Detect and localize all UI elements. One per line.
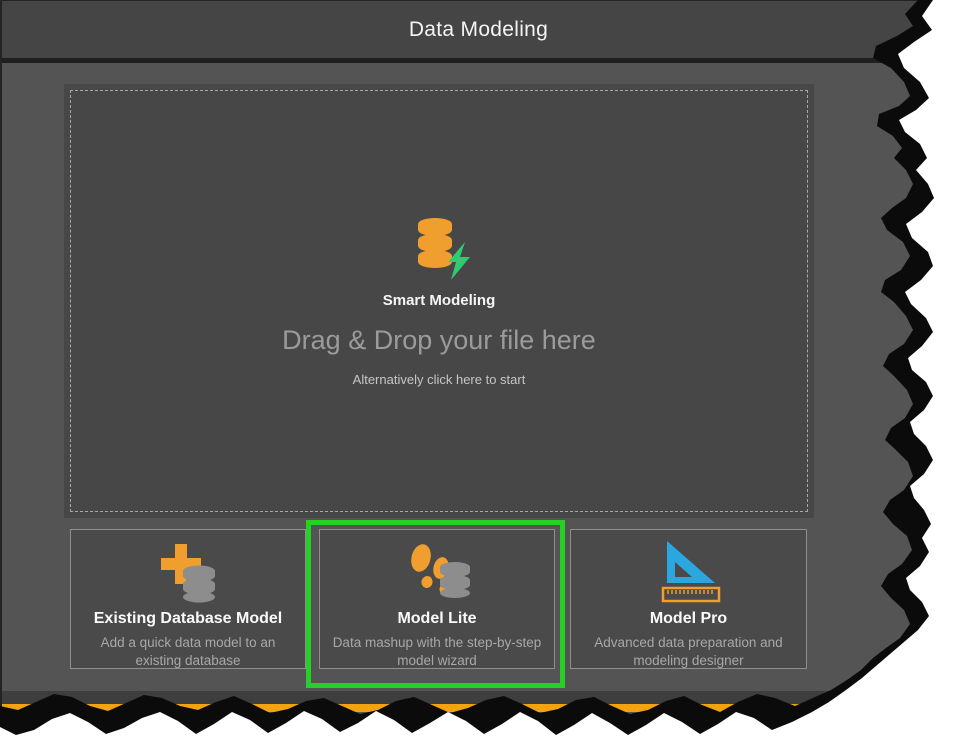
screenshot-stage: Data Modeling Smart Modeling Drag & Drop…	[0, 0, 955, 739]
dropzone-heading: Smart Modeling	[383, 292, 496, 309]
window-title: Data Modeling	[409, 18, 548, 42]
dropzone-primary-text: Drag & Drop your file here	[282, 325, 596, 356]
card-title: Model Lite	[397, 610, 476, 628]
set-square-ruler-icon	[651, 538, 727, 608]
database-lightning-icon	[403, 216, 475, 282]
dropzone-secondary-text[interactable]: Alternatively click here to start	[353, 372, 526, 387]
card-description: Add a quick data model to an existing da…	[82, 634, 294, 670]
data-modeling-window: Data Modeling Smart Modeling Drag & Drop…	[0, 0, 955, 739]
card-title: Existing Database Model	[94, 610, 283, 628]
window-titlebar: Data Modeling	[2, 1, 955, 63]
plus-database-icon	[152, 540, 224, 606]
window-footer-strip	[2, 691, 955, 704]
card-description: Data mashup with the step-by-step model …	[331, 634, 543, 670]
card-title: Model Pro	[650, 610, 727, 628]
bottom-accent-stripe	[2, 704, 955, 712]
card-model-lite[interactable]: Model Lite Data mashup with the step-by-…	[319, 529, 555, 669]
card-description: Advanced data preparation and modeling d…	[583, 634, 795, 670]
footsteps-database-icon	[399, 540, 475, 606]
file-dropzone[interactable]: Smart Modeling Drag & Drop your file her…	[64, 84, 814, 518]
card-existing-database-model[interactable]: Existing Database Model Add a quick data…	[70, 529, 306, 669]
card-model-pro[interactable]: Model Pro Advanced data preparation and …	[570, 529, 807, 669]
